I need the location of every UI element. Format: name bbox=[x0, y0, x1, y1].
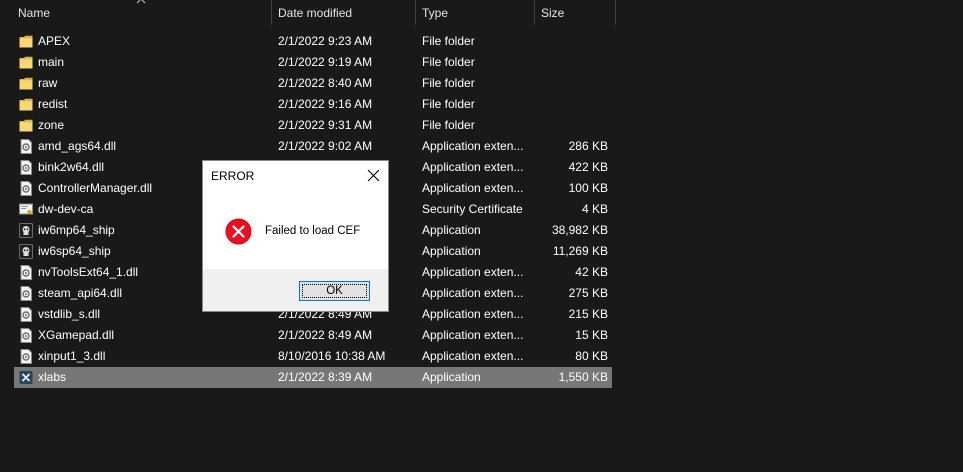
file-type: Security Certificate bbox=[422, 202, 523, 216]
file-type: Application exten... bbox=[422, 328, 524, 342]
file-date-modified: 2/1/2022 9:23 AM bbox=[278, 34, 373, 48]
column-header-type[interactable]: Type bbox=[422, 0, 448, 25]
file-row[interactable]: XGamepad.dll 2/1/2022 8:49 AM Application … bbox=[14, 325, 612, 346]
column-header-size[interactable]: Size bbox=[541, 0, 564, 25]
certificate-file-icon bbox=[19, 202, 33, 217]
file-type: File folder bbox=[422, 76, 475, 90]
file-size: 42 KB bbox=[575, 265, 608, 279]
file-row[interactable]: xlabs 2/1/2022 8:39 AM Application 1,550 KB bbox=[14, 367, 612, 388]
file-name: redist bbox=[38, 97, 68, 111]
file-name: xinput1_3.dll bbox=[38, 349, 106, 363]
file-row[interactable]: xinput1_3.dll 8/10/2016 10:38 AM Applicati… bbox=[14, 346, 612, 367]
file-date-modified: 2/1/2022 8:49 AM bbox=[278, 328, 373, 342]
file-size: 286 KB bbox=[568, 139, 608, 153]
file-name: raw bbox=[38, 76, 58, 90]
file-date-modified: 2/1/2022 9:16 AM bbox=[278, 97, 373, 111]
close-icon[interactable] bbox=[367, 169, 380, 182]
column-divider[interactable] bbox=[271, 0, 272, 25]
file-name: main bbox=[38, 55, 65, 69]
file-size: 422 KB bbox=[568, 160, 608, 174]
file-row[interactable]: redist 2/1/2022 9:16 AM File folder bbox=[14, 94, 612, 115]
file-size: 1,550 KB bbox=[558, 370, 608, 384]
file-size: 38,982 KB bbox=[551, 223, 608, 237]
dll-file-icon bbox=[19, 286, 33, 301]
file-name: amd_ags64.dll bbox=[38, 139, 117, 153]
dll-file-icon bbox=[19, 307, 33, 322]
column-divider[interactable] bbox=[415, 0, 416, 25]
application-icon bbox=[19, 223, 33, 238]
file-size: 80 KB bbox=[575, 349, 608, 363]
folder-icon bbox=[19, 97, 33, 112]
file-size bbox=[518, 94, 608, 115]
file-name: APEX bbox=[38, 34, 71, 48]
file-size: 100 KB bbox=[568, 181, 608, 195]
file-row[interactable]: amd_ags64.dll 2/1/2022 9:02 AM Application… bbox=[14, 136, 612, 157]
error-dialog: ERROR Failed to load CEF OK bbox=[203, 161, 388, 311]
dll-file-icon bbox=[19, 181, 33, 196]
error-icon bbox=[225, 218, 252, 245]
file-name: xlabs bbox=[38, 370, 67, 384]
file-type: File folder bbox=[422, 34, 475, 48]
folder-icon bbox=[19, 34, 33, 49]
column-header-date[interactable]: Date modified bbox=[278, 0, 352, 25]
file-name: XGamepad.dll bbox=[38, 328, 115, 342]
file-type: Application exten... bbox=[422, 307, 524, 321]
file-type: Application exten... bbox=[422, 286, 524, 300]
dll-file-icon bbox=[19, 265, 33, 280]
file-size bbox=[518, 52, 608, 73]
file-size: 4 KB bbox=[581, 202, 608, 216]
file-row[interactable]: raw 2/1/2022 8:40 AM File folder bbox=[14, 73, 612, 94]
file-name: zone bbox=[38, 118, 65, 132]
dialog-title: ERROR bbox=[211, 169, 255, 183]
file-size bbox=[518, 115, 608, 136]
column-header-bar: Name Date modified Type Size bbox=[0, 0, 616, 25]
file-row[interactable]: zone 2/1/2022 9:31 AM File folder bbox=[14, 115, 612, 136]
file-type: File folder bbox=[422, 55, 475, 69]
dll-file-icon bbox=[19, 139, 33, 154]
file-type: Application exten... bbox=[422, 139, 524, 153]
file-type: Application exten... bbox=[422, 349, 524, 363]
column-divider[interactable] bbox=[615, 0, 616, 25]
file-size bbox=[518, 73, 608, 94]
file-size: 275 KB bbox=[568, 286, 608, 300]
file-type: Application bbox=[422, 370, 481, 384]
file-type: Application bbox=[422, 223, 481, 237]
application-icon bbox=[19, 370, 33, 385]
file-row[interactable]: APEX 2/1/2022 9:23 AM File folder bbox=[14, 31, 612, 52]
file-size bbox=[518, 31, 608, 52]
error-message: Failed to load CEF bbox=[265, 225, 361, 237]
file-date-modified: 2/1/2022 9:19 AM bbox=[278, 55, 373, 69]
file-row[interactable]: main 2/1/2022 9:19 AM File folder bbox=[14, 52, 612, 73]
file-date-modified: 2/1/2022 9:31 AM bbox=[278, 118, 373, 132]
folder-icon bbox=[19, 76, 33, 91]
folder-icon bbox=[19, 118, 33, 133]
file-type: Application bbox=[422, 244, 481, 258]
dll-file-icon bbox=[19, 349, 33, 364]
file-type: File folder bbox=[422, 97, 475, 111]
dialog-titlebar[interactable]: ERROR bbox=[203, 161, 388, 191]
file-date-modified: 2/1/2022 8:40 AM bbox=[278, 76, 373, 90]
file-date-modified: 8/10/2016 10:38 AM bbox=[278, 349, 386, 363]
file-type: File folder bbox=[422, 118, 475, 132]
sort-ascending-icon bbox=[136, 0, 146, 4]
file-date-modified: 2/1/2022 8:39 AM bbox=[278, 370, 373, 384]
column-divider[interactable] bbox=[534, 0, 535, 25]
file-type: Application exten... bbox=[422, 265, 524, 279]
dll-file-icon bbox=[19, 328, 33, 343]
dialog-footer: OK bbox=[203, 269, 388, 311]
file-type: Application exten... bbox=[422, 181, 524, 195]
file-size: 215 KB bbox=[568, 307, 608, 321]
application-icon bbox=[19, 244, 33, 259]
folder-icon bbox=[19, 55, 33, 70]
file-date-modified: 2/1/2022 9:02 AM bbox=[278, 139, 373, 153]
file-size: 15 KB bbox=[575, 328, 608, 342]
file-type: Application exten... bbox=[422, 160, 524, 174]
dll-file-icon bbox=[19, 160, 33, 175]
file-size: 11,269 KB bbox=[552, 244, 608, 258]
ok-button[interactable]: OK bbox=[299, 281, 370, 301]
column-header-name[interactable]: Name bbox=[18, 0, 50, 25]
